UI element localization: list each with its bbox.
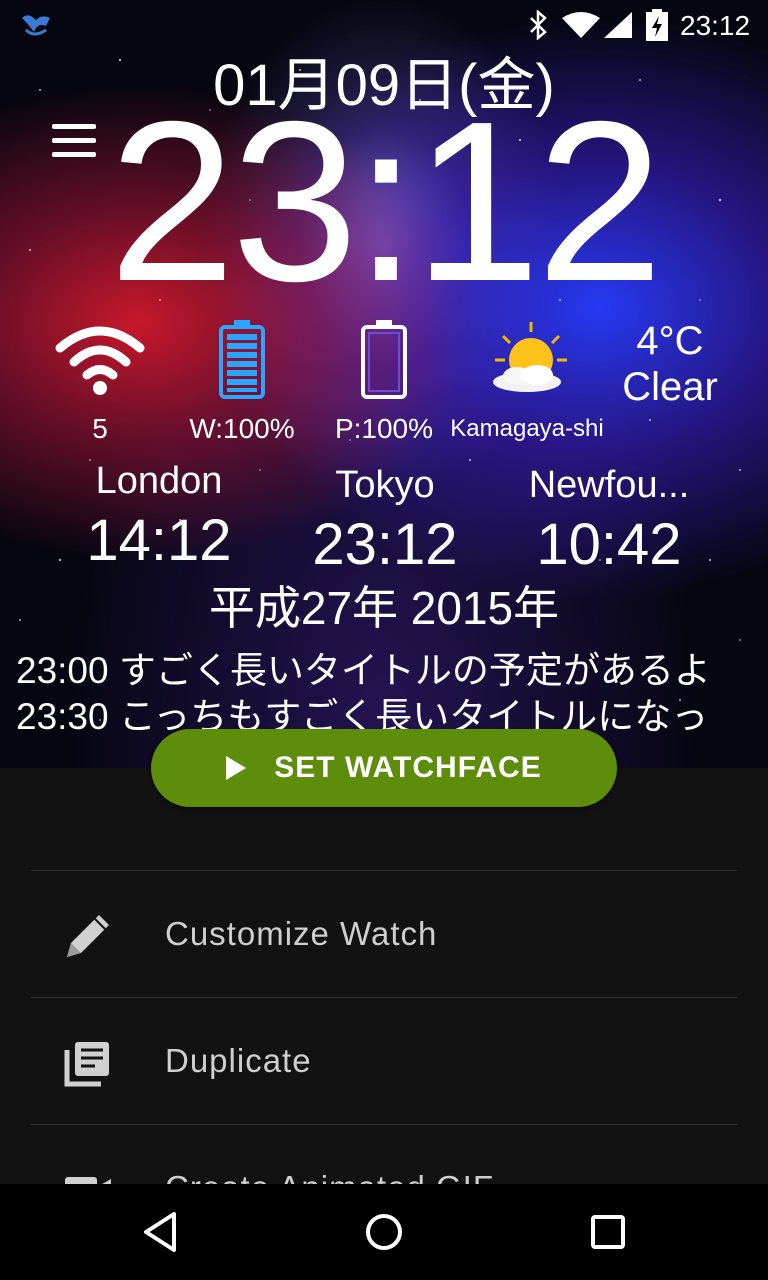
watch-battery-icon — [219, 320, 265, 399]
city-name: Newfou... — [528, 464, 690, 506]
city-time: 23:12 — [312, 512, 458, 577]
pencil-icon — [67, 915, 109, 957]
weather-condition: Clear — [622, 365, 718, 409]
set-watchface-button[interactable]: SET WATCHFACE — [151, 729, 617, 807]
temperature-value: 4°C — [636, 319, 704, 363]
watch-battery-label: W:100% — [189, 413, 295, 444]
recents-icon[interactable] — [578, 1202, 638, 1262]
era-year: 平成27年 2015年 — [208, 582, 560, 634]
customize-watch-item[interactable]: Customize Watch — [31, 870, 737, 997]
city-time: 10:42 — [536, 512, 682, 577]
phone-battery-icon — [361, 320, 407, 399]
partly-sunny-icon — [493, 322, 567, 392]
bluetooth-icon — [530, 10, 547, 40]
city-name: London — [95, 460, 223, 502]
wifi-count: 5 — [92, 413, 108, 444]
battery-charging-icon — [646, 9, 668, 41]
weather-widget: Kamagaya-shi — [444, 320, 610, 443]
watch-battery-widget: W:100% — [178, 318, 306, 445]
duplicate-icon — [64, 1042, 109, 1087]
app-notification-icon — [22, 15, 50, 36]
navigation-bar — [0, 1184, 768, 1280]
weather-temperature: 4°C Clear — [610, 318, 730, 410]
duplicate-item[interactable]: Duplicate — [31, 997, 737, 1124]
wifi-status-icon — [562, 12, 600, 38]
watchface-preview: 23:12 01月09日(金) 23:12 5 W:100% P:100% Ka… — [0, 0, 768, 768]
world-clock-tokyo: Tokyo 23:12 — [270, 464, 500, 578]
world-clock-london: London 14:12 — [44, 460, 274, 574]
watchface-time: 23:12 — [108, 75, 664, 329]
weather-location: Kamagaya-shi — [450, 415, 604, 442]
set-watchface-label: SET WATCHFACE — [274, 751, 542, 784]
world-clock-newfoundland: Newfou... 10:42 — [494, 464, 724, 578]
wifi-icon — [55, 326, 145, 395]
city-time: 14:12 — [86, 508, 232, 573]
phone-battery-widget: P:100% — [322, 318, 446, 445]
play-icon — [226, 756, 247, 780]
phone-battery-label: P:100% — [334, 413, 434, 444]
home-icon[interactable] — [354, 1202, 414, 1262]
cell-signal-icon — [604, 12, 632, 38]
back-icon[interactable] — [130, 1202, 190, 1262]
duplicate-label: Duplicate — [165, 1042, 312, 1079]
wifi-widget: 5 — [50, 322, 150, 445]
customize-watch-label: Customize Watch — [165, 915, 438, 952]
city-name: Tokyo — [335, 464, 435, 506]
